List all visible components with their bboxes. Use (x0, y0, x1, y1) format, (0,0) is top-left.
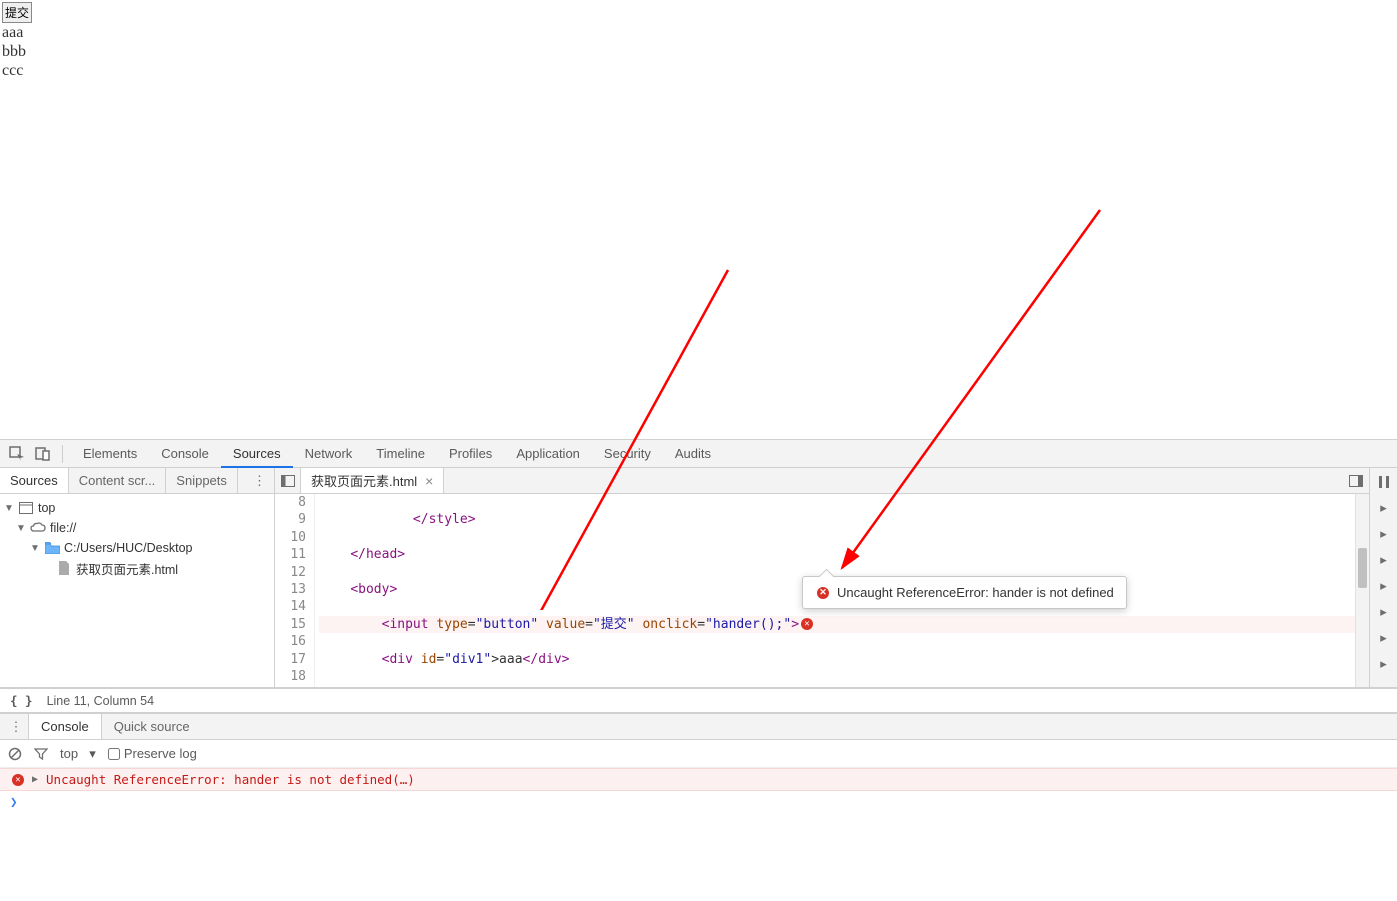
error-icon: ✕ (12, 774, 24, 786)
clear-console-icon[interactable] (8, 747, 22, 761)
pretty-print-icon[interactable]: { } (10, 693, 33, 708)
submit-button[interactable] (2, 2, 32, 23)
tab-audits[interactable]: Audits (663, 440, 723, 467)
console-toolbar: top ▾ Preserve log (0, 740, 1397, 768)
navigator-tab-content-scripts[interactable]: Content scr... (69, 468, 167, 493)
expand-icon[interactable]: ▸ (1370, 576, 1397, 596)
expand-icon[interactable]: ▸ (1370, 602, 1397, 622)
chevron-down-icon: ▼ (30, 543, 40, 554)
inspect-icon[interactable] (6, 443, 28, 465)
devtools-tab-strip: Elements Console Sources Network Timelin… (71, 440, 723, 467)
page-viewport: aaa bbb ccc (0, 0, 1397, 439)
tree-node-folder[interactable]: ▼ C:/Users/HUC/Desktop (0, 538, 274, 558)
device-toggle-icon[interactable] (32, 443, 54, 465)
expand-icon[interactable]: ▸ (1370, 550, 1397, 570)
drawer-tab-console[interactable]: Console (28, 714, 102, 739)
tree-node-origin[interactable]: ▼ file:// (0, 518, 274, 538)
drawer-tab-quick-source[interactable]: Quick source (102, 714, 202, 739)
file-icon (56, 561, 72, 575)
div2-text: bbb (2, 42, 1395, 61)
tree-label: C:/Users/HUC/Desktop (64, 541, 193, 555)
navigator-more-icon[interactable]: ⋮ (245, 468, 274, 493)
toggle-debugger-icon[interactable] (1343, 475, 1369, 487)
expand-icon[interactable]: ▶ (32, 774, 38, 785)
console-error-row[interactable]: ✕ ▶ Uncaught ReferenceError: hander is n… (0, 768, 1397, 791)
tab-console[interactable]: Console (149, 440, 221, 467)
navigator-pane: Sources Content scr... Snippets ⋮ ▼ top … (0, 468, 275, 687)
error-tooltip: ✕ Uncaught ReferenceError: hander is not… (802, 576, 1127, 609)
close-icon[interactable]: × (425, 473, 433, 489)
editor-pane: 获取页面元素.html × 89101112131415161718 </sty… (275, 468, 1369, 687)
preserve-log-checkbox[interactable]: Preserve log (108, 746, 197, 761)
line-gutter: 89101112131415161718 (275, 494, 315, 687)
cursor-position: Line 11, Column 54 (47, 694, 154, 708)
navigator-tab-sources[interactable]: Sources (0, 468, 69, 493)
console-body: ✕ ▶ Uncaught ReferenceError: hander is n… (0, 768, 1397, 812)
chevron-down-icon: ▼ (4, 503, 14, 514)
drawer-more-icon[interactable]: ⋮ (4, 719, 28, 735)
drawer: ⋮ Console Quick source top ▾ Preserve lo… (0, 712, 1397, 812)
drawer-tabs: ⋮ Console Quick source (0, 714, 1397, 740)
chevron-down-icon: ▼ (16, 523, 26, 534)
devtools-panel: Elements Console Sources Network Timelin… (0, 439, 1397, 812)
filter-icon[interactable] (34, 748, 48, 760)
tree-label: file:// (50, 521, 76, 535)
error-icon: ✕ (817, 587, 829, 599)
pause-icon[interactable] (1370, 472, 1397, 492)
editor-tab-file[interactable]: 获取页面元素.html × (301, 468, 444, 493)
editor-tab-label: 获取页面元素.html (311, 471, 417, 490)
toggle-navigator-icon[interactable] (275, 468, 301, 494)
cloud-icon (30, 521, 46, 535)
scrollbar-vertical[interactable] (1355, 494, 1369, 687)
div1-text: aaa (2, 23, 1395, 42)
sources-body: Sources Content scr... Snippets ⋮ ▼ top … (0, 468, 1397, 688)
expand-icon[interactable]: ▸ (1370, 524, 1397, 544)
tab-sources[interactable]: Sources (221, 440, 293, 467)
tab-network[interactable]: Network (293, 440, 365, 467)
tab-profiles[interactable]: Profiles (437, 440, 504, 467)
console-prompt[interactable]: ❯ (0, 791, 1397, 812)
tab-timeline[interactable]: Timeline (364, 440, 437, 467)
file-tree: ▼ top ▼ file:// ▼ C:/Users/HUC/Desktop 获… (0, 494, 274, 582)
tree-label: 获取页面元素.html (76, 559, 178, 578)
context-selector[interactable]: top ▾ (60, 746, 96, 762)
tree-node-top[interactable]: ▼ top (0, 498, 274, 518)
separator (62, 445, 63, 463)
expand-icon[interactable]: ▸ (1370, 654, 1397, 674)
frame-icon (18, 501, 34, 515)
div3-text: ccc (2, 61, 1395, 80)
console-error-text: Uncaught ReferenceError: hander is not d… (46, 772, 415, 787)
scrollbar-thumb[interactable] (1358, 548, 1367, 588)
error-icon[interactable]: ✕ (801, 618, 813, 630)
tab-application[interactable]: Application (504, 440, 592, 467)
expand-icon[interactable]: ▸ (1370, 498, 1397, 518)
editor-tabstrip: 获取页面元素.html × (275, 468, 1369, 494)
tooltip-text: Uncaught ReferenceError: hander is not d… (837, 585, 1114, 600)
debugger-sidebar: ▸ ▸ ▸ ▸ ▸ ▸ ▸ (1369, 468, 1397, 687)
tab-security[interactable]: Security (592, 440, 663, 467)
tree-node-file[interactable]: 获取页面元素.html (0, 558, 274, 578)
navigator-tab-snippets[interactable]: Snippets (166, 468, 238, 493)
devtools-toolbar: Elements Console Sources Network Timelin… (0, 440, 1397, 468)
folder-icon (44, 541, 60, 555)
tab-elements[interactable]: Elements (71, 440, 149, 467)
tree-label: top (38, 501, 55, 515)
navigator-tabs: Sources Content scr... Snippets ⋮ (0, 468, 274, 494)
expand-icon[interactable]: ▸ (1370, 628, 1397, 648)
editor-status-bar: { } Line 11, Column 54 (0, 688, 1397, 712)
